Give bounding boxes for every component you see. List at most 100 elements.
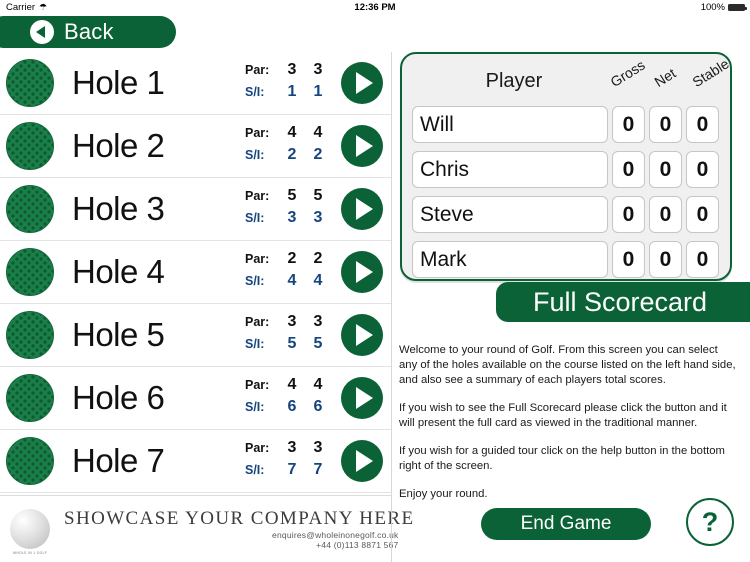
column-header-stable: Stable — [689, 55, 732, 90]
stroke-index-label: S/I: — [245, 211, 265, 225]
scorecard-player-row[interactable]: Chris 0 0 0 — [412, 149, 720, 190]
play-hole-button[interactable] — [341, 440, 383, 482]
gross-score-cell[interactable]: 0 — [612, 151, 645, 188]
par-value-2: 2 — [313, 250, 323, 267]
column-header-net: Net — [651, 64, 679, 90]
par-label: Par: — [245, 315, 270, 329]
net-score-cell[interactable]: 0 — [649, 151, 682, 188]
player-name-field[interactable]: Mark — [412, 241, 608, 278]
hole-name-label: Hole 2 — [72, 127, 165, 164]
stroke-index-line: S/I: 1 1 — [245, 83, 333, 105]
stroke-index-value-2: 4 — [313, 272, 323, 289]
play-hole-button[interactable] — [341, 188, 383, 230]
gross-score-cell[interactable]: 0 — [612, 196, 645, 233]
play-hole-button[interactable] — [341, 377, 383, 419]
stroke-index-value-2: 7 — [313, 461, 323, 478]
stable-score-cell[interactable]: 0 — [686, 151, 719, 188]
par-value-2: 3 — [313, 313, 323, 330]
status-bar-right: 100% — [700, 0, 747, 15]
end-game-button[interactable]: End Game — [481, 508, 651, 540]
net-score-cell[interactable]: 0 — [649, 241, 682, 278]
par-label: Par: — [245, 189, 270, 203]
par-label: Par: — [245, 126, 270, 140]
net-score-cell[interactable]: 0 — [649, 106, 682, 143]
stable-score-cell[interactable]: 0 — [686, 241, 719, 278]
player-name-field[interactable]: Chris — [412, 151, 608, 188]
hole-row[interactable]: Hole 5 Par: 3 3 S/I: 5 5 — [0, 304, 391, 367]
battery-percent-label: 100% — [700, 2, 725, 13]
stroke-index-line: S/I: 3 3 — [245, 209, 333, 231]
instructions-text: Welcome to your round of Golf. From this… — [399, 343, 737, 515]
column-header-gross: Gross — [607, 56, 648, 90]
stroke-index-line: S/I: 7 7 — [245, 461, 333, 483]
stroke-index-label: S/I: — [245, 148, 265, 162]
hole-name-label: Hole 5 — [72, 316, 165, 353]
stroke-index-value-1: 7 — [287, 461, 297, 478]
sponsor-logo-caption: WHOLE IN 1 GOLF — [12, 551, 48, 555]
stroke-index-line: S/I: 5 5 — [245, 335, 333, 357]
par-label: Par: — [245, 63, 270, 77]
stroke-index-label: S/I: — [245, 274, 265, 288]
par-value-2: 4 — [313, 376, 323, 393]
player-name-field[interactable]: Will — [412, 106, 608, 143]
golf-ball-icon — [6, 122, 54, 170]
back-button[interactable]: Back — [0, 16, 176, 48]
hole-row[interactable]: Hole 2 Par: 4 4 S/I: 2 2 — [0, 115, 391, 178]
stroke-index-line: S/I: 6 6 — [245, 398, 333, 420]
golf-ball-icon — [6, 248, 54, 296]
stroke-index-value-2: 6 — [313, 398, 323, 415]
sponsor-text: SHOWCASE YOUR COMPANY HERE enquires@whol… — [64, 508, 414, 550]
player-name-field[interactable]: Steve — [412, 196, 608, 233]
play-hole-button[interactable] — [341, 62, 383, 104]
golf-ball-logo-icon: WHOLE IN 1 GOLF — [10, 509, 50, 555]
play-hole-button[interactable] — [341, 314, 383, 356]
stable-score-cell[interactable]: 0 — [686, 196, 719, 233]
stroke-index-label: S/I: — [245, 337, 265, 351]
par-value-1: 4 — [287, 124, 297, 141]
stroke-index-label: S/I: — [245, 463, 265, 477]
play-hole-button[interactable] — [341, 251, 383, 293]
par-value-1: 3 — [287, 439, 297, 456]
hole-stats: Par: 4 4 S/I: 6 6 — [245, 376, 333, 420]
scorecard-player-row[interactable]: Steve 0 0 0 — [412, 194, 720, 235]
stroke-index-value-2: 2 — [313, 146, 323, 163]
hole-row[interactable]: Hole 1 Par: 3 3 S/I: 1 1 — [0, 52, 391, 115]
par-line: Par: 2 2 — [245, 250, 333, 272]
sponsor-contact: enquires@wholeinonegolf.co.uk +44 (0)113… — [64, 530, 414, 550]
par-value-1: 2 — [287, 250, 297, 267]
stroke-index-value-2: 1 — [313, 83, 323, 100]
hole-stats: Par: 3 3 S/I: 1 1 — [245, 61, 333, 105]
stroke-index-value-1: 5 — [287, 335, 297, 352]
scorecard-player-row[interactable]: Mark 0 0 0 — [412, 239, 720, 280]
par-value-2: 3 — [313, 61, 323, 78]
golf-ball-icon — [6, 185, 54, 233]
instructions-paragraph-1: Welcome to your round of Golf. From this… — [399, 344, 736, 386]
hole-row[interactable]: Hole 6 Par: 4 4 S/I: 6 6 — [0, 367, 391, 430]
sponsor-banner[interactable]: WHOLE IN 1 GOLF SHOWCASE YOUR COMPANY HE… — [0, 495, 413, 562]
hole-row[interactable]: Hole 3 Par: 5 5 S/I: 3 3 — [0, 178, 391, 241]
scorecard-header-row: Player Gross Net Stable — [402, 54, 732, 104]
stable-score-cell[interactable]: 0 — [686, 106, 719, 143]
gross-score-cell[interactable]: 0 — [612, 241, 645, 278]
net-score-cell[interactable]: 0 — [649, 196, 682, 233]
hole-name-label: Hole 3 — [72, 190, 165, 227]
scorecard-player-row[interactable]: Will 0 0 0 — [412, 104, 720, 145]
stroke-index-line: S/I: 2 2 — [245, 146, 333, 168]
hole-row[interactable]: Hole 4 Par: 2 2 S/I: 4 4 — [0, 241, 391, 304]
help-button[interactable]: ? — [686, 498, 734, 546]
par-line: Par: 3 3 — [245, 439, 333, 461]
sponsor-phone: +44 (0)113 8871 567 — [316, 540, 399, 550]
chevron-left-circle-icon — [30, 20, 54, 44]
stroke-index-value-1: 3 — [287, 209, 297, 226]
golf-ball-icon — [6, 374, 54, 422]
play-hole-button[interactable] — [341, 125, 383, 167]
instructions-paragraph-4: Enjoy your round. — [399, 488, 488, 500]
hole-row[interactable]: Hole 7 Par: 3 3 S/I: 7 7 — [0, 430, 391, 493]
par-value-1: 4 — [287, 376, 297, 393]
full-scorecard-button[interactable]: Full Scorecard — [496, 282, 750, 322]
gross-score-cell[interactable]: 0 — [612, 106, 645, 143]
scorecard-summary-panel: Player Gross Net Stable Will 0 0 0 Chris 0 0 0 S… — [400, 52, 732, 281]
hole-list[interactable]: Hole 1 Par: 3 3 S/I: 1 1 Hole 2 Par: 4 4 S/I: 2 2 Hole… — [0, 52, 391, 495]
golf-ball-icon — [6, 437, 54, 485]
column-header-player: Player — [485, 70, 543, 92]
